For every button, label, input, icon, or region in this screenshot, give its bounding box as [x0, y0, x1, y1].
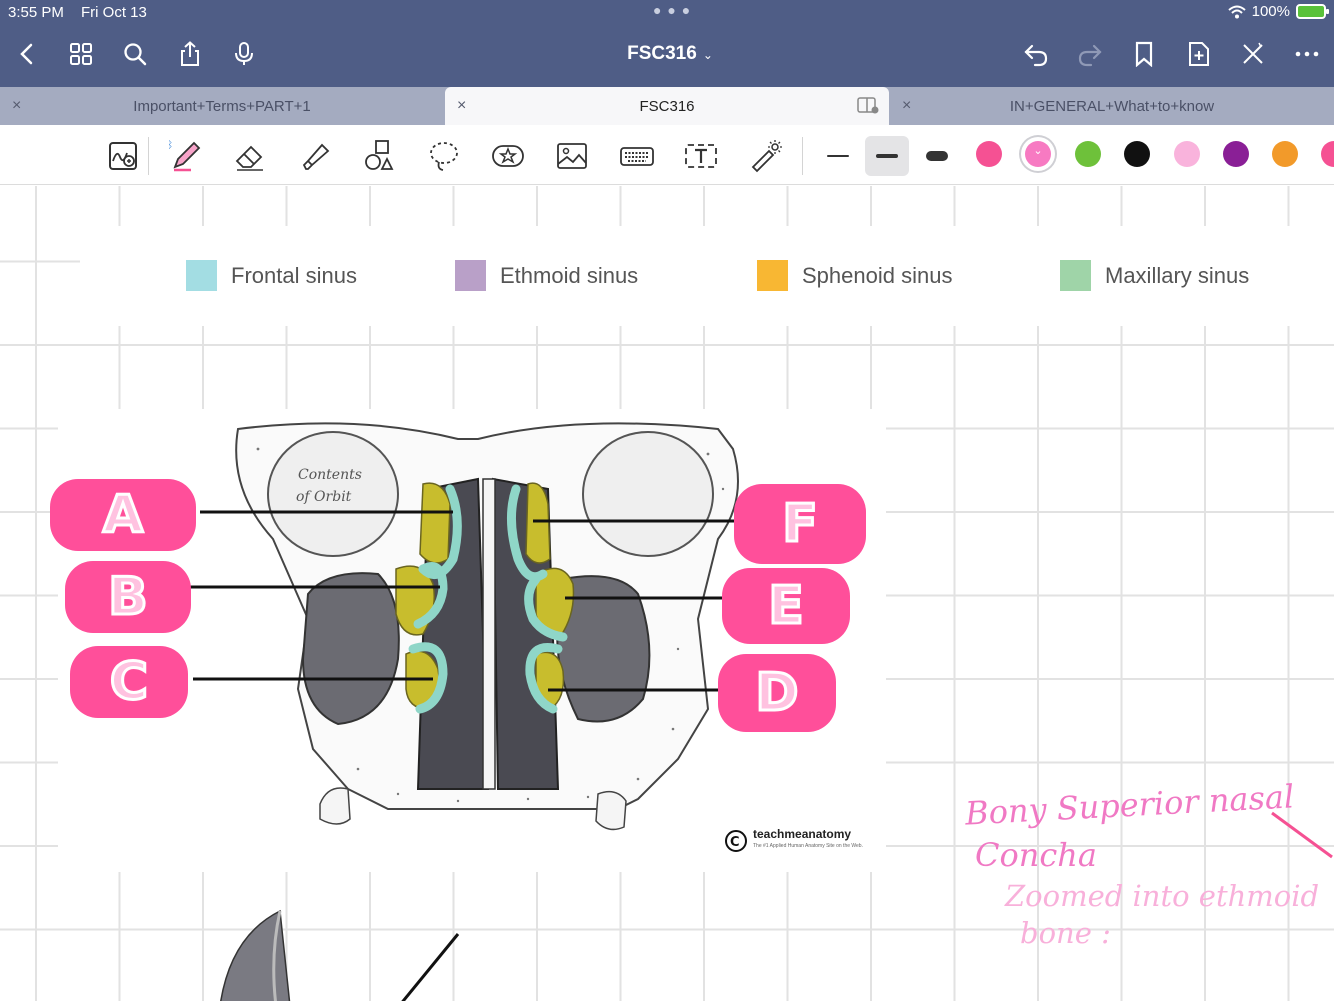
lasso-icon[interactable]	[424, 137, 464, 175]
battery-percent: 100%	[1251, 3, 1290, 20]
tab-fsc316[interactable]: × FSC316	[445, 87, 889, 125]
tab-label: IN+GENERAL+What+to+know	[1009, 97, 1215, 115]
tool-bar: ᛒ ⌄	[0, 125, 1334, 185]
split-view-icon[interactable]	[857, 96, 879, 118]
handwritten-note-line[interactable]: Zoomed into ethmoid	[1005, 879, 1319, 913]
note-canvas[interactable]: Frontal sinus Ethmoid sinus Sphenoid sin…	[0, 186, 1334, 1001]
tab-label: Important+Terms+PART+1	[133, 97, 311, 115]
elements-icon[interactable]	[488, 137, 528, 175]
color-swatch-green[interactable]	[1075, 141, 1101, 167]
eraser-icon[interactable]	[230, 137, 270, 175]
redo-icon[interactable]	[1076, 40, 1104, 68]
color-swatch-purple[interactable]	[1223, 141, 1249, 167]
document-title-dropdown[interactable]: FSC316 ⌄	[590, 43, 750, 65]
laser-pointer-icon[interactable]	[746, 137, 786, 175]
tab-bar: × Important+Terms+PART+1 × FSC316 × IN+G…	[0, 87, 1334, 125]
microphone-icon[interactable]	[230, 40, 258, 68]
legend-swatch	[186, 260, 217, 291]
orbit-text: Contents	[298, 467, 362, 483]
share-icon[interactable]	[176, 40, 204, 68]
label-e[interactable]: E	[722, 568, 850, 644]
document-title: FSC316	[627, 43, 697, 64]
highlighter-icon[interactable]	[295, 137, 335, 175]
undo-icon[interactable]	[1022, 40, 1050, 68]
color-swatch-pink[interactable]	[976, 141, 1002, 167]
stroke-thin-button[interactable]	[816, 136, 860, 176]
svg-text:ᛒ: ᛒ	[169, 140, 173, 151]
status-right: 100%	[1227, 3, 1329, 20]
add-page-icon[interactable]	[1185, 40, 1213, 68]
close-tab-icon[interactable]: ×	[457, 97, 466, 115]
grid-icon[interactable]	[67, 40, 95, 68]
legend-label: Maxillary sinus	[1105, 262, 1250, 288]
color-swatch-more[interactable]	[1321, 141, 1334, 167]
legend-item: Ethmoid sinus	[455, 260, 638, 291]
legend-swatch	[757, 260, 788, 291]
status-date: Fri Oct 13	[81, 4, 147, 21]
wifi-icon	[1227, 5, 1246, 18]
legend-item: Maxillary sinus	[1060, 260, 1249, 291]
close-tab-icon[interactable]: ×	[902, 97, 911, 115]
legend-label: Frontal sinus	[231, 262, 357, 288]
svg-text:C: C	[730, 835, 740, 850]
legend-label: Ethmoid sinus	[500, 262, 639, 288]
status-time: 3:55 PM	[8, 4, 64, 21]
battery-icon	[1296, 4, 1329, 19]
label-b[interactable]: B	[65, 561, 191, 633]
color-swatch-black[interactable]	[1124, 141, 1150, 167]
close-tab-icon[interactable]: ×	[12, 97, 21, 115]
legend-item: Sphenoid sinus	[757, 260, 952, 291]
handwritten-note-line[interactable]: bone :	[1020, 916, 1111, 950]
stroke-thick-button[interactable]	[915, 136, 959, 176]
search-icon[interactable]	[121, 40, 149, 68]
handwritten-arrow-stroke[interactable]	[1270, 811, 1334, 861]
pen-icon[interactable]: ᛒ	[166, 137, 206, 175]
stroke-medium-button[interactable]	[865, 136, 909, 176]
chevron-down-icon: ⌄	[702, 48, 713, 62]
shapes-icon[interactable]	[359, 137, 399, 175]
text-tool-icon[interactable]	[681, 137, 721, 175]
keyboard-icon[interactable]	[617, 137, 657, 175]
figure-credit-subtitle: The #1 Applied Human Anatomy Site on the…	[753, 843, 863, 849]
color-swatch-pale-pink[interactable]	[1174, 141, 1200, 167]
tab-in-general[interactable]: × IN+GENERAL+What+to+know	[890, 87, 1334, 125]
toolbar-divider	[148, 137, 149, 175]
tab-important-terms[interactable]: × Important+Terms+PART+1	[0, 87, 444, 125]
bookmark-icon[interactable]	[1130, 40, 1158, 68]
lower-figure-partial	[190, 896, 490, 1001]
handwriting-zoom-icon[interactable]	[104, 137, 144, 175]
color-swatch-orange[interactable]	[1272, 141, 1298, 167]
back-icon[interactable]	[14, 40, 42, 68]
label-a[interactable]: A	[50, 479, 196, 551]
color-swatch-light-pink-selected[interactable]: ⌄	[1025, 141, 1051, 167]
multitasking-dots-icon[interactable]: ● ● ●	[653, 2, 691, 18]
legend-label: Sphenoid sinus	[802, 262, 953, 288]
legend-item: Frontal sinus	[186, 260, 357, 291]
label-f[interactable]: F	[734, 484, 866, 564]
image-icon[interactable]	[552, 137, 592, 175]
handwritten-note-line[interactable]: Concha	[975, 836, 1097, 874]
more-icon[interactable]	[1293, 40, 1321, 68]
sinus-legend: Frontal sinus Ethmoid sinus Sphenoid sin…	[80, 226, 1334, 326]
goodnotes-app: 3:55 PM Fri Oct 13 ● ● ● 100% FSC316 ⌄ ×…	[0, 0, 1334, 1001]
chevron-down-icon: ⌄	[1033, 145, 1043, 157]
legend-swatch	[455, 260, 486, 291]
orbit-text: of Orbit	[296, 489, 352, 505]
close-edit-icon[interactable]	[1239, 40, 1267, 68]
top-bar: 3:55 PM Fri Oct 13 ● ● ● 100% FSC316 ⌄	[0, 0, 1334, 87]
tab-label: FSC316	[639, 97, 695, 115]
label-d[interactable]: D	[718, 654, 836, 732]
legend-swatch	[1060, 260, 1091, 291]
figure-credit: teachmeanatomy	[753, 827, 852, 841]
label-c[interactable]: C	[70, 646, 188, 718]
toolbar-divider	[802, 137, 803, 175]
